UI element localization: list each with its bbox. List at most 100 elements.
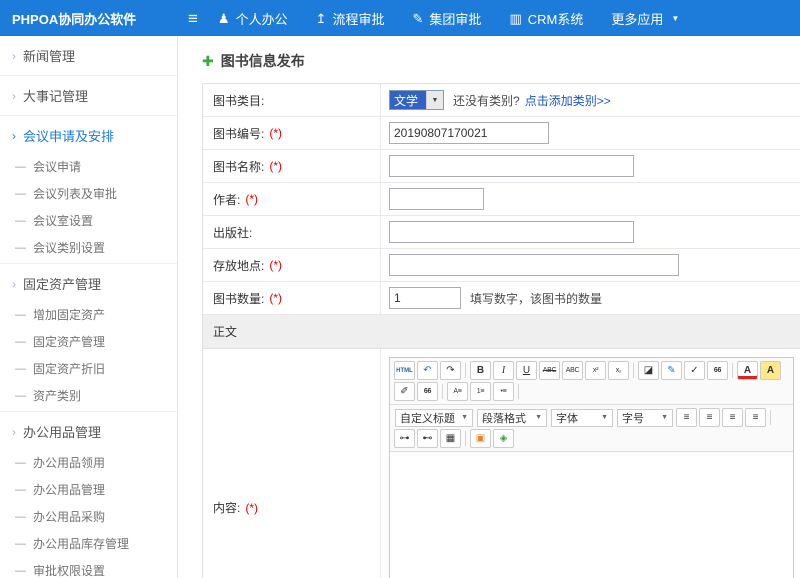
- font-size-select[interactable]: 字号▼: [617, 409, 673, 427]
- menu-icon[interactable]: ≡: [188, 10, 198, 27]
- nav-item-group-approval[interactable]: ✎集团审批: [413, 9, 482, 28]
- form-row-quantity: 图书数量:(*)填写数字，该图书的数量: [203, 282, 800, 315]
- sidebar-subitem-4-1[interactable]: —办公用品管理: [0, 476, 177, 503]
- ordered-list-icon[interactable]: 1≡: [470, 382, 491, 401]
- format-brush-icon[interactable]: ✎: [661, 361, 682, 380]
- align-right-icon[interactable]: ≡: [722, 408, 743, 427]
- blockquote-icon[interactable]: 66: [707, 361, 728, 380]
- nav-item-process-approval[interactable]: ↥流程审批: [316, 9, 385, 28]
- sidebar-subitem-4-3[interactable]: —办公用品库存管理: [0, 530, 177, 557]
- required-mark: (*): [269, 258, 282, 272]
- italic-icon[interactable]: I: [493, 361, 514, 380]
- subscript-icon[interactable]: x₂: [608, 361, 629, 380]
- sidebar-subitem-4-2[interactable]: —办公用品采购: [0, 503, 177, 530]
- nav-item-more-apps[interactable]: 更多应用▼: [611, 9, 679, 28]
- sidebar-item-1[interactable]: ›大事记管理: [0, 78, 177, 113]
- undo-icon[interactable]: ↶: [417, 361, 438, 380]
- sidebar-subitem-2-0[interactable]: —会议申请: [0, 153, 177, 180]
- field-label-cell: 出版社:: [203, 216, 381, 248]
- nav-item-label: 更多应用: [611, 9, 663, 28]
- select-label: 自定义标题: [400, 410, 455, 426]
- link-icon[interactable]: ⊶: [394, 429, 415, 448]
- field-cell: 文学▼ 还没有类别? 点击添加类别>>: [381, 84, 800, 116]
- editor-toolbar-row-2: 自定义标题▼段落格式▼字体▼字号▼≡≡≡≡⊶⊷▦▣◈: [390, 405, 793, 452]
- add-category-link[interactable]: 点击添加类别>>: [525, 92, 611, 109]
- sidebar-subitem-3-2[interactable]: —固定资产折旧: [0, 355, 177, 382]
- book-number-input[interactable]: [389, 122, 549, 144]
- highlight-color-icon[interactable]: A: [760, 361, 781, 380]
- align-justify-icon[interactable]: ≡: [745, 408, 766, 427]
- align-left-icon[interactable]: ≡: [676, 408, 697, 427]
- sidebar-subitem-3-1[interactable]: —固定资产管理: [0, 328, 177, 355]
- unordered-list-icon[interactable]: •≡: [493, 382, 514, 401]
- sidebar-subitem-2-2[interactable]: —会议室设置: [0, 207, 177, 234]
- layout: ›新闻管理›大事记管理›会议申请及安排—会议申请—会议列表及审批—会议室设置—会…: [0, 36, 800, 578]
- sidebar-subitem-2-3[interactable]: —会议类别设置: [0, 234, 177, 261]
- author-input[interactable]: [389, 188, 484, 210]
- editor-body[interactable]: [390, 452, 793, 578]
- form-row-location: 存放地点:(*): [203, 249, 800, 282]
- sidebar-subitem-4-0[interactable]: —办公用品领用: [0, 449, 177, 476]
- section-bar: 正文: [203, 315, 800, 349]
- font-family-select[interactable]: 字体▼: [551, 409, 613, 427]
- strikethrough-icon[interactable]: ABC: [539, 361, 560, 380]
- table-icon[interactable]: ▦: [440, 429, 461, 448]
- sidebar-group-3: ›固定资产管理 — 增加固定资产 —固定资产管理—固定资产折旧—资产类别: [0, 264, 177, 412]
- edit-doc-icon: ✎: [413, 12, 424, 25]
- quantity-input[interactable]: [389, 287, 461, 309]
- sidebar-subitem-3-3[interactable]: —资产类别: [0, 382, 177, 409]
- form-row-publisher: 出版社:: [203, 216, 800, 249]
- unlink-icon[interactable]: ⊷: [417, 429, 438, 448]
- bold-icon[interactable]: B: [470, 361, 491, 380]
- nav-item-crm-system[interactable]: ▥CRM系统: [509, 9, 583, 28]
- field-label-cell: 图书类目:: [203, 84, 381, 116]
- nav-item-personal-office[interactable]: ♟个人办公: [218, 9, 288, 28]
- form-row-book-number: 图书编号:(*): [203, 117, 800, 150]
- sidebar-subitem-label: 增加固定资产: [33, 306, 105, 323]
- paste-filter-icon[interactable]: ✓: [684, 361, 705, 380]
- align-center-icon[interactable]: ≡: [699, 408, 720, 427]
- sidebar-subitem-label: 固定资产管理: [33, 333, 105, 350]
- sidebar-item-0[interactable]: ›新闻管理: [0, 38, 177, 73]
- sidebar-item-3[interactable]: ›固定资产管理: [0, 266, 177, 301]
- map-icon[interactable]: ◈: [493, 429, 514, 448]
- category-hint: 还没有类别?: [453, 92, 520, 109]
- scrawl-icon[interactable]: ✐: [394, 382, 415, 401]
- sidebar-item-4[interactable]: ›办公用品管理: [0, 414, 177, 449]
- form-rows: 图书类目:文学▼还没有类别?点击添加类别>>图书编号:(*)图书名称:(*)作者…: [203, 84, 800, 315]
- source-icon[interactable]: HTML: [394, 361, 415, 380]
- sidebar-subitem-3-0[interactable]: — 增加固定资产: [0, 301, 177, 328]
- sidebar-group-4: ›办公用品管理—办公用品领用—办公用品管理—办公用品采购—办公用品库存管理—审批…: [0, 412, 177, 578]
- publisher-input[interactable]: [389, 221, 634, 243]
- chevron-right-icon: ›: [12, 130, 16, 142]
- underline-icon[interactable]: U: [516, 361, 537, 380]
- superscript-icon[interactable]: x²: [585, 361, 606, 380]
- dash-icon: —: [15, 484, 26, 496]
- quote-icon[interactable]: 66: [417, 382, 438, 401]
- book-name-input[interactable]: [389, 155, 634, 177]
- category-select[interactable]: 文学▼: [389, 90, 444, 110]
- font-color-icon[interactable]: A: [737, 361, 758, 380]
- chevron-down-icon: ▼: [535, 414, 542, 421]
- spellcheck-icon[interactable]: ABC: [562, 361, 583, 380]
- sidebar-subitem-label: 会议室设置: [33, 212, 93, 229]
- eraser-icon[interactable]: ◪: [638, 361, 659, 380]
- sidebar-item-2[interactable]: ›会议申请及安排: [0, 118, 177, 153]
- dash-icon: —: [15, 309, 26, 321]
- custom-title-select[interactable]: 自定义标题▼: [395, 409, 473, 427]
- sidebar-subitem-4-4[interactable]: —审批权限设置: [0, 557, 177, 578]
- field-cell: [381, 117, 800, 149]
- field-label: 内容:: [213, 499, 240, 516]
- location-input[interactable]: [389, 254, 679, 276]
- paragraph-format-select[interactable]: 段落格式▼: [477, 409, 547, 427]
- topbar: PHPOA协同办公软件 ≡ ♟个人办公↥流程审批✎集团审批▥CRM系统更多应用▼: [0, 0, 800, 36]
- field-cell: [381, 183, 800, 215]
- image-icon[interactable]: ▣: [470, 429, 491, 448]
- toolbar-separator: [442, 384, 443, 399]
- redo-icon[interactable]: ↷: [440, 361, 461, 380]
- page-title-text: 图书信息发布: [221, 51, 305, 71]
- auto-typeset-icon[interactable]: A≡: [447, 382, 468, 401]
- sidebar-subitem-2-1[interactable]: —会议列表及审批: [0, 180, 177, 207]
- dash-icon: —: [15, 242, 26, 254]
- toolbar-separator: [633, 363, 634, 378]
